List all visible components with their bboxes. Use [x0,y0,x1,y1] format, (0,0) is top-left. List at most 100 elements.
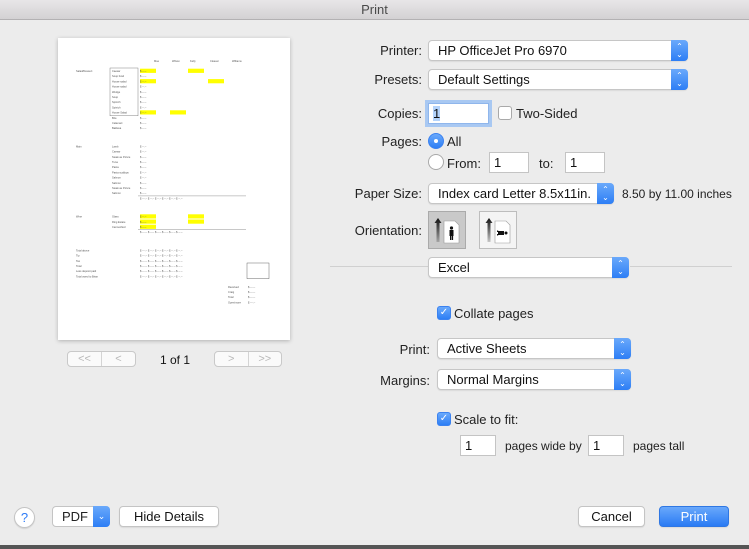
sheet-cell: $ --.-- [140,126,146,130]
sheet-item-label: House salad [112,79,127,83]
sheet-subtotal: $ ---.-- $ --.-- $ --.-- $ --.-- $ --.--… [140,196,183,200]
sheet-cell: $ --.-- [140,74,146,78]
pages-to-value: 1 [570,155,578,170]
two-sided-label: Two-Sided [516,106,578,121]
next-page-button[interactable]: > [215,352,248,366]
pages-tall-value: 1 [593,438,601,453]
sheet-total-row: $ ---.-- $ --.-- $ --.-- $ --.-- $ --.--… [140,254,183,258]
sheet-summary-value: $ ---.-- [248,295,255,299]
printer-label: Printer: [380,43,422,58]
sheet-total-row: $ ---.-- $ --.-- $ --.-- $ --.-- $ --.--… [140,274,183,278]
section-divider-left [330,266,428,267]
portrait-orientation-icon [434,218,460,244]
printer-select[interactable]: HP OfficeJet Pro 6970 ⌃ ⌄ [428,40,688,61]
window-title: Print [0,0,749,20]
pages-wide-input[interactable]: 1 [460,435,496,456]
sheet-column-header: Moe [154,59,160,63]
pages-range-radio[interactable] [428,154,444,170]
sheet-cell: $ --.-- [140,170,146,174]
sheet-item-label: Ring Estate [112,220,126,224]
sheet-summary-value: $ ---.-- [248,285,255,289]
sheet-item-label: Brie [112,116,117,120]
pages-all-radio[interactable] [428,133,444,149]
paper-size-label: Paper Size: [354,186,422,201]
presets-select[interactable]: Default Settings ⌃ ⌄ [428,69,688,90]
updown-arrows-icon: ⌃ ⌄ [671,69,688,90]
pages-to-input[interactable]: 1 [565,152,605,173]
pages-from-input[interactable]: 1 [489,152,529,173]
first-page-button[interactable]: << [68,352,101,366]
sheet-highlight [170,110,186,115]
previous-page-button[interactable]: < [101,352,135,366]
sheet-cell: $ --.-- [140,215,146,219]
print-what-select[interactable]: Active Sheets ⌃ ⌄ [437,338,631,359]
sheet-total-label: Total [76,264,82,268]
page-indicator: 1 of 1 [160,353,191,367]
sheet-cell: $ --.-- [140,121,146,125]
updown-arrows-icon: ⌃ ⌄ [612,257,629,278]
print-what-label: Print: [399,342,430,357]
sheet-cell: $ --.-- [140,85,146,89]
print-button[interactable]: Print [659,506,729,527]
chevron-down-icon: ⌄ [93,506,110,527]
sheet-cell: $ --.-- [140,69,146,73]
sheet-cell: $ --.-- [140,100,146,104]
pdf-menu-button[interactable]: PDF ⌄ [52,506,110,527]
paper-size-select[interactable]: Index card Letter 8.5x11in. ⌃ ⌄ [428,183,614,204]
sheet-cell: $ --.-- [140,160,146,164]
sheet-item-label: Salmon [112,191,121,195]
sheet-column-header: Cleaver [210,59,219,63]
pages-to-label: to: [539,156,554,171]
preview-nav-back[interactable]: << < [67,351,136,367]
sheet-cell: $ --.-- [140,90,146,94]
sheet-cell: $ --.-- [140,150,146,154]
sheet-highlight [208,79,224,84]
sheet-item-label: Glass [112,215,119,219]
sheet-cell: $ --.-- [140,191,146,195]
collate-checkbox[interactable]: ✓ [437,306,451,320]
sheet-cell: $ --.-- [140,105,146,109]
paper-size-value: Index card Letter 8.5x11in. [438,186,591,201]
pdf-label: PDF [62,509,88,524]
section-divider-right [630,266,732,267]
sheet-cell: $ --.-- [140,116,146,120]
printer-value: HP OfficeJet Pro 6970 [438,43,567,58]
sheet-item-label: Spinich [112,100,121,104]
sheet-section-label: Wine [76,215,82,219]
scale-to-fit-checkbox[interactable]: ✓ [437,412,451,426]
orientation-portrait-button[interactable] [428,211,466,249]
pages-label: Pages: [381,134,422,149]
presets-value: Default Settings [438,72,530,87]
sheet-total-label: Less deposit paid [76,269,97,273]
sheet-item-label: Carmenfied [112,225,126,229]
last-page-button[interactable]: >> [247,352,282,366]
sheet-highlight [188,219,204,224]
sheet-item-label: Spinich [112,105,121,109]
spreadsheet-thumbnail: Moe Wilson Kelly Cleaver Williams Salad/Desse… [76,59,270,304]
sheet-item-label: Steak au Poivre [112,186,131,190]
cancel-button[interactable]: Cancel [578,506,645,527]
margins-value: Normal Margins [447,372,539,387]
help-button[interactable]: ? [14,507,35,528]
sheet-item-label: Salmon [112,181,121,185]
pages-tall-input[interactable]: 1 [588,435,624,456]
hide-details-button[interactable]: Hide Details [119,506,219,527]
sheet-item-label: Tuna [112,160,118,164]
preview-nav-forward[interactable]: > >> [214,351,282,367]
pages-from-label: From: [447,156,481,171]
copies-input[interactable]: 1 [428,103,489,124]
orientation-landscape-button[interactable] [479,211,517,249]
sheet-item-label: Soup bowl [112,74,125,78]
sheet-section-label: Main [76,144,82,148]
app-section-select[interactable]: Excel ⌃ ⌄ [428,257,629,278]
sheet-cell: $ --.-- [140,220,146,224]
two-sided-checkbox[interactable] [498,106,512,120]
sheet-item-label: Pasta scallops [112,170,129,174]
checkmark-icon: ✓ [439,307,449,318]
sheet-cell: $ --.-- [140,144,146,148]
sheet-item-label: Baklava [112,126,122,130]
margins-select[interactable]: Normal Margins ⌃ ⌄ [437,369,631,390]
pages-wide-label: pages wide by [505,439,582,453]
app-section-value: Excel [438,260,470,275]
sheet-item-label: Calamari [112,121,123,125]
